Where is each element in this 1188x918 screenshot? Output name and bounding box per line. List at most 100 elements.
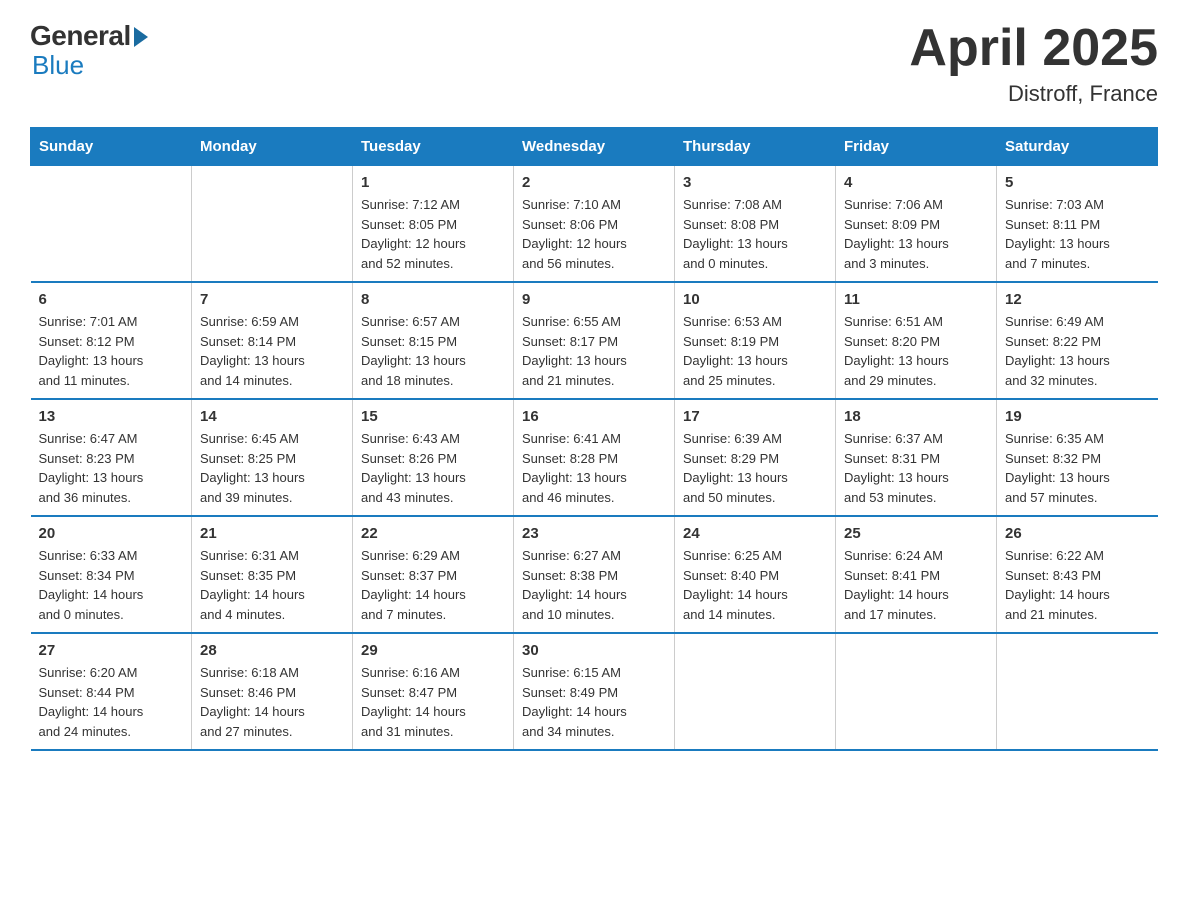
day-number: 28 bbox=[200, 642, 344, 659]
day-number: 14 bbox=[200, 408, 344, 425]
day-cell bbox=[997, 633, 1158, 750]
day-number: 3 bbox=[683, 174, 827, 191]
day-info: Sunrise: 6:51 AMSunset: 8:20 PMDaylight:… bbox=[844, 312, 988, 390]
header-cell-sunday: Sunday bbox=[31, 128, 192, 166]
day-number: 23 bbox=[522, 525, 666, 542]
day-cell: 11 Sunrise: 6:51 AMSunset: 8:20 PMDayligh… bbox=[836, 282, 997, 399]
day-number: 15 bbox=[361, 408, 505, 425]
day-cell: 3 Sunrise: 7:08 AMSunset: 8:08 PMDaylight… bbox=[675, 166, 836, 283]
day-info: Sunrise: 6:57 AMSunset: 8:15 PMDaylight:… bbox=[361, 312, 505, 390]
day-number: 2 bbox=[522, 174, 666, 191]
day-info: Sunrise: 6:55 AMSunset: 8:17 PMDaylight:… bbox=[522, 312, 666, 390]
header-cell-saturday: Saturday bbox=[997, 128, 1158, 166]
day-info: Sunrise: 6:53 AMSunset: 8:19 PMDaylight:… bbox=[683, 312, 827, 390]
day-number: 5 bbox=[1005, 174, 1150, 191]
day-info: Sunrise: 6:39 AMSunset: 8:29 PMDaylight:… bbox=[683, 429, 827, 507]
day-cell: 17 Sunrise: 6:39 AMSunset: 8:29 PMDayligh… bbox=[675, 399, 836, 516]
header-row: SundayMondayTuesdayWednesdayThursdayFrid… bbox=[31, 128, 1158, 166]
week-row-1: 1 Sunrise: 7:12 AMSunset: 8:05 PMDaylight… bbox=[31, 166, 1158, 283]
day-cell: 10 Sunrise: 6:53 AMSunset: 8:19 PMDayligh… bbox=[675, 282, 836, 399]
day-cell: 27 Sunrise: 6:20 AMSunset: 8:44 PMDayligh… bbox=[31, 633, 192, 750]
day-info: Sunrise: 6:15 AMSunset: 8:49 PMDaylight:… bbox=[522, 663, 666, 741]
day-cell: 23 Sunrise: 6:27 AMSunset: 8:38 PMDayligh… bbox=[514, 516, 675, 633]
header-cell-friday: Friday bbox=[836, 128, 997, 166]
day-number: 1 bbox=[361, 174, 505, 191]
logo-general-text: General bbox=[30, 20, 131, 52]
day-cell: 28 Sunrise: 6:18 AMSunset: 8:46 PMDayligh… bbox=[192, 633, 353, 750]
day-cell: 22Sunrise: 6:29 AMSunset: 8:37 PMDayligh… bbox=[353, 516, 514, 633]
day-info: Sunrise: 6:22 AMSunset: 8:43 PMDaylight:… bbox=[1005, 546, 1150, 624]
day-info: Sunrise: 6:47 AMSunset: 8:23 PMDaylight:… bbox=[39, 429, 184, 507]
day-info: Sunrise: 6:37 AMSunset: 8:31 PMDaylight:… bbox=[844, 429, 988, 507]
day-cell: 7 Sunrise: 6:59 AMSunset: 8:14 PMDaylight… bbox=[192, 282, 353, 399]
day-number: 10 bbox=[683, 291, 827, 308]
day-cell bbox=[31, 166, 192, 283]
day-number: 17 bbox=[683, 408, 827, 425]
day-info: Sunrise: 6:27 AMSunset: 8:38 PMDaylight:… bbox=[522, 546, 666, 624]
day-number: 29 bbox=[361, 642, 505, 659]
day-cell: 9Sunrise: 6:55 AMSunset: 8:17 PMDaylight… bbox=[514, 282, 675, 399]
day-number: 25 bbox=[844, 525, 988, 542]
day-info: Sunrise: 6:45 AMSunset: 8:25 PMDaylight:… bbox=[200, 429, 344, 507]
day-cell: 15 Sunrise: 6:43 AMSunset: 8:26 PMDayligh… bbox=[353, 399, 514, 516]
day-info: Sunrise: 7:12 AMSunset: 8:05 PMDaylight:… bbox=[361, 195, 505, 273]
week-row-2: 6 Sunrise: 7:01 AMSunset: 8:12 PMDaylight… bbox=[31, 282, 1158, 399]
page-header: General Blue April 2025 Distroff, France bbox=[30, 20, 1158, 107]
day-cell: 13 Sunrise: 6:47 AMSunset: 8:23 PMDayligh… bbox=[31, 399, 192, 516]
day-info: Sunrise: 6:33 AMSunset: 8:34 PMDaylight:… bbox=[39, 546, 184, 624]
day-cell: 30 Sunrise: 6:15 AMSunset: 8:49 PMDayligh… bbox=[514, 633, 675, 750]
header-cell-monday: Monday bbox=[192, 128, 353, 166]
day-cell: 14 Sunrise: 6:45 AMSunset: 8:25 PMDayligh… bbox=[192, 399, 353, 516]
day-info: Sunrise: 6:49 AMSunset: 8:22 PMDaylight:… bbox=[1005, 312, 1150, 390]
day-info: Sunrise: 6:31 AMSunset: 8:35 PMDaylight:… bbox=[200, 546, 344, 624]
day-number: 19 bbox=[1005, 408, 1150, 425]
calendar-location: Distroff, France bbox=[909, 81, 1158, 107]
day-number: 24 bbox=[683, 525, 827, 542]
day-number: 30 bbox=[522, 642, 666, 659]
day-cell: 26 Sunrise: 6:22 AMSunset: 8:43 PMDayligh… bbox=[997, 516, 1158, 633]
logo: General Blue bbox=[30, 20, 148, 81]
day-cell bbox=[675, 633, 836, 750]
day-cell: 4 Sunrise: 7:06 AMSunset: 8:09 PMDaylight… bbox=[836, 166, 997, 283]
day-info: Sunrise: 6:16 AMSunset: 8:47 PMDaylight:… bbox=[361, 663, 505, 741]
day-number: 27 bbox=[39, 642, 184, 659]
day-number: 26 bbox=[1005, 525, 1150, 542]
calendar-table: SundayMondayTuesdayWednesdayThursdayFrid… bbox=[30, 127, 1158, 751]
day-info: Sunrise: 7:08 AMSunset: 8:08 PMDaylight:… bbox=[683, 195, 827, 273]
day-number: 12 bbox=[1005, 291, 1150, 308]
day-number: 16 bbox=[522, 408, 666, 425]
header-cell-tuesday: Tuesday bbox=[353, 128, 514, 166]
day-info: Sunrise: 7:03 AMSunset: 8:11 PMDaylight:… bbox=[1005, 195, 1150, 273]
day-number: 21 bbox=[200, 525, 344, 542]
day-info: Sunrise: 6:24 AMSunset: 8:41 PMDaylight:… bbox=[844, 546, 988, 624]
day-cell: 21 Sunrise: 6:31 AMSunset: 8:35 PMDayligh… bbox=[192, 516, 353, 633]
day-number: 6 bbox=[39, 291, 184, 308]
header-cell-thursday: Thursday bbox=[675, 128, 836, 166]
day-number: 11 bbox=[844, 291, 988, 308]
day-number: 4 bbox=[844, 174, 988, 191]
logo-blue-text: Blue bbox=[32, 50, 84, 81]
title-block: April 2025 Distroff, France bbox=[909, 20, 1158, 107]
day-cell: 20Sunrise: 6:33 AMSunset: 8:34 PMDayligh… bbox=[31, 516, 192, 633]
day-info: Sunrise: 6:43 AMSunset: 8:26 PMDaylight:… bbox=[361, 429, 505, 507]
day-cell: 6 Sunrise: 7:01 AMSunset: 8:12 PMDaylight… bbox=[31, 282, 192, 399]
day-info: Sunrise: 7:06 AMSunset: 8:09 PMDaylight:… bbox=[844, 195, 988, 273]
day-cell: 8 Sunrise: 6:57 AMSunset: 8:15 PMDaylight… bbox=[353, 282, 514, 399]
day-cell: 29 Sunrise: 6:16 AMSunset: 8:47 PMDayligh… bbox=[353, 633, 514, 750]
day-info: Sunrise: 6:59 AMSunset: 8:14 PMDaylight:… bbox=[200, 312, 344, 390]
day-info: Sunrise: 6:35 AMSunset: 8:32 PMDaylight:… bbox=[1005, 429, 1150, 507]
week-row-3: 13 Sunrise: 6:47 AMSunset: 8:23 PMDayligh… bbox=[31, 399, 1158, 516]
day-number: 8 bbox=[361, 291, 505, 308]
calendar-title: April 2025 bbox=[909, 20, 1158, 77]
day-cell: 18Sunrise: 6:37 AMSunset: 8:31 PMDayligh… bbox=[836, 399, 997, 516]
day-number: 13 bbox=[39, 408, 184, 425]
day-cell: 12 Sunrise: 6:49 AMSunset: 8:22 PMDayligh… bbox=[997, 282, 1158, 399]
day-info: Sunrise: 6:20 AMSunset: 8:44 PMDaylight:… bbox=[39, 663, 184, 741]
day-info: Sunrise: 7:10 AMSunset: 8:06 PMDaylight:… bbox=[522, 195, 666, 273]
day-cell: 24Sunrise: 6:25 AMSunset: 8:40 PMDayligh… bbox=[675, 516, 836, 633]
day-cell: 16Sunrise: 6:41 AMSunset: 8:28 PMDayligh… bbox=[514, 399, 675, 516]
day-number: 7 bbox=[200, 291, 344, 308]
day-cell bbox=[192, 166, 353, 283]
day-info: Sunrise: 7:01 AMSunset: 8:12 PMDaylight:… bbox=[39, 312, 184, 390]
day-info: Sunrise: 6:18 AMSunset: 8:46 PMDaylight:… bbox=[200, 663, 344, 741]
